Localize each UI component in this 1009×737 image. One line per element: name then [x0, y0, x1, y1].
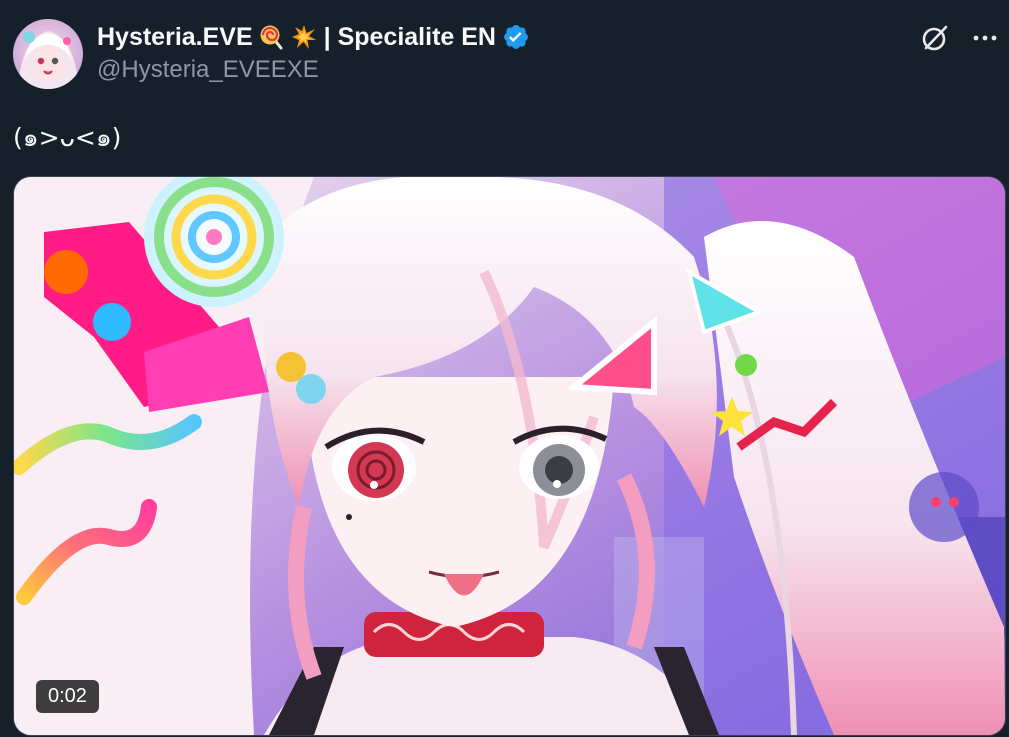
collision-emoji-icon [291, 24, 317, 50]
author-name-row: Hysteria.EVE | Specialite EN [97, 20, 919, 54]
video-duration-badge: 0:02 [36, 680, 99, 713]
more-options-icon[interactable] [969, 22, 1001, 54]
tweet-text: (๑>ᴗ<๑) [13, 123, 122, 152]
grok-icon[interactable] [919, 22, 951, 54]
lollipop-emoji-icon [259, 24, 285, 50]
avatar[interactable] [13, 19, 83, 89]
tweet-card: Hysteria.EVE | Specialite EN @Hysteria_E… [0, 0, 1009, 737]
author-name-suffix: | Specialite EN [323, 22, 496, 51]
author-display-name[interactable]: Hysteria.EVE [97, 23, 253, 52]
video-player[interactable]: 0:02 [13, 176, 1006, 736]
tweet-actions [919, 22, 1001, 54]
video-thumbnail [14, 177, 1005, 735]
tweet-header: Hysteria.EVE | Specialite EN @Hysteria_E… [97, 20, 919, 84]
verified-badge-icon[interactable] [502, 23, 530, 51]
author-handle[interactable]: @Hysteria_EVEEXE [97, 56, 919, 84]
